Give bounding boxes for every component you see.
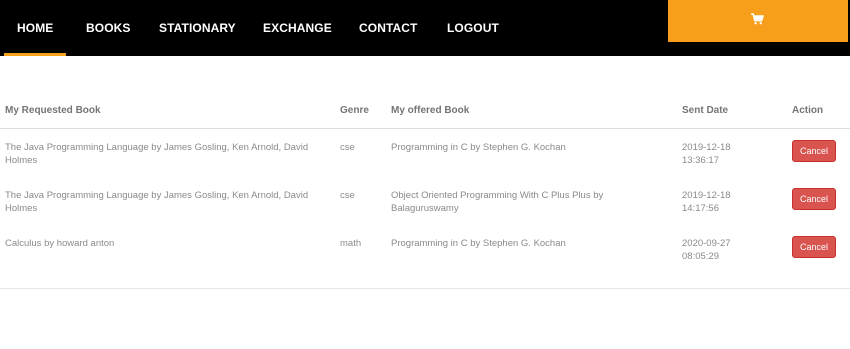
- header-divider: [0, 128, 850, 129]
- requested-book: Calculus by howard anton: [5, 238, 115, 249]
- nav-books[interactable]: BOOKS: [86, 0, 131, 56]
- table-bottom-divider: [0, 288, 850, 289]
- sent-date-day: 2019-12-18: [682, 190, 731, 201]
- genre: cse: [340, 190, 355, 201]
- sent-date: 2019-12-18 14:17:56: [682, 189, 731, 215]
- genre: math: [340, 238, 362, 249]
- header-sent-date: Sent Date: [682, 105, 729, 116]
- genre: cse: [340, 142, 355, 153]
- cancel-button[interactable]: Cancel: [792, 188, 836, 210]
- requested-book: The Java Programming Language by James G…: [5, 190, 309, 214]
- requested-book: The Java Programming Language by James G…: [5, 142, 309, 166]
- sent-date-day: 2019-12-18: [682, 142, 731, 153]
- sent-date-time: 14:17:56: [682, 203, 719, 214]
- cancel-button[interactable]: Cancel: [792, 140, 836, 162]
- offered-book: Programming in C by Stephen G. Kochan: [391, 142, 566, 153]
- sent-date: 2019-12-18 13:36:17: [682, 141, 731, 167]
- cart-button[interactable]: [668, 0, 848, 42]
- cancel-button[interactable]: Cancel: [792, 236, 836, 258]
- sent-date: 2020-09-27 08:05:29: [682, 237, 731, 263]
- nav-home[interactable]: HOME: [3, 0, 67, 56]
- offered-book: Object Oriented Programming With C Plus …: [391, 190, 604, 214]
- offered-book: Programming in C by Stephen G. Kochan: [391, 238, 566, 249]
- cart-icon: [751, 13, 764, 25]
- nav-contact[interactable]: CONTACT: [359, 0, 417, 56]
- top-navbar: HOME BOOKS STATIONARY EXCHANGE CONTACT L…: [0, 0, 850, 56]
- header-action: Action: [792, 105, 824, 116]
- sent-date-time: 08:05:29: [682, 251, 719, 262]
- nav-stationary[interactable]: STATIONARY: [159, 0, 236, 56]
- nav-exchange[interactable]: EXCHANGE: [263, 0, 332, 56]
- sent-date-time: 13:36:17: [682, 155, 719, 166]
- header-requested-book: My Requested Book: [5, 105, 101, 116]
- header-genre: Genre: [340, 105, 369, 116]
- header-offered-book: My offered Book: [391, 105, 470, 116]
- nav-logout[interactable]: LOGOUT: [447, 0, 499, 56]
- sent-date-day: 2020-09-27: [682, 238, 731, 249]
